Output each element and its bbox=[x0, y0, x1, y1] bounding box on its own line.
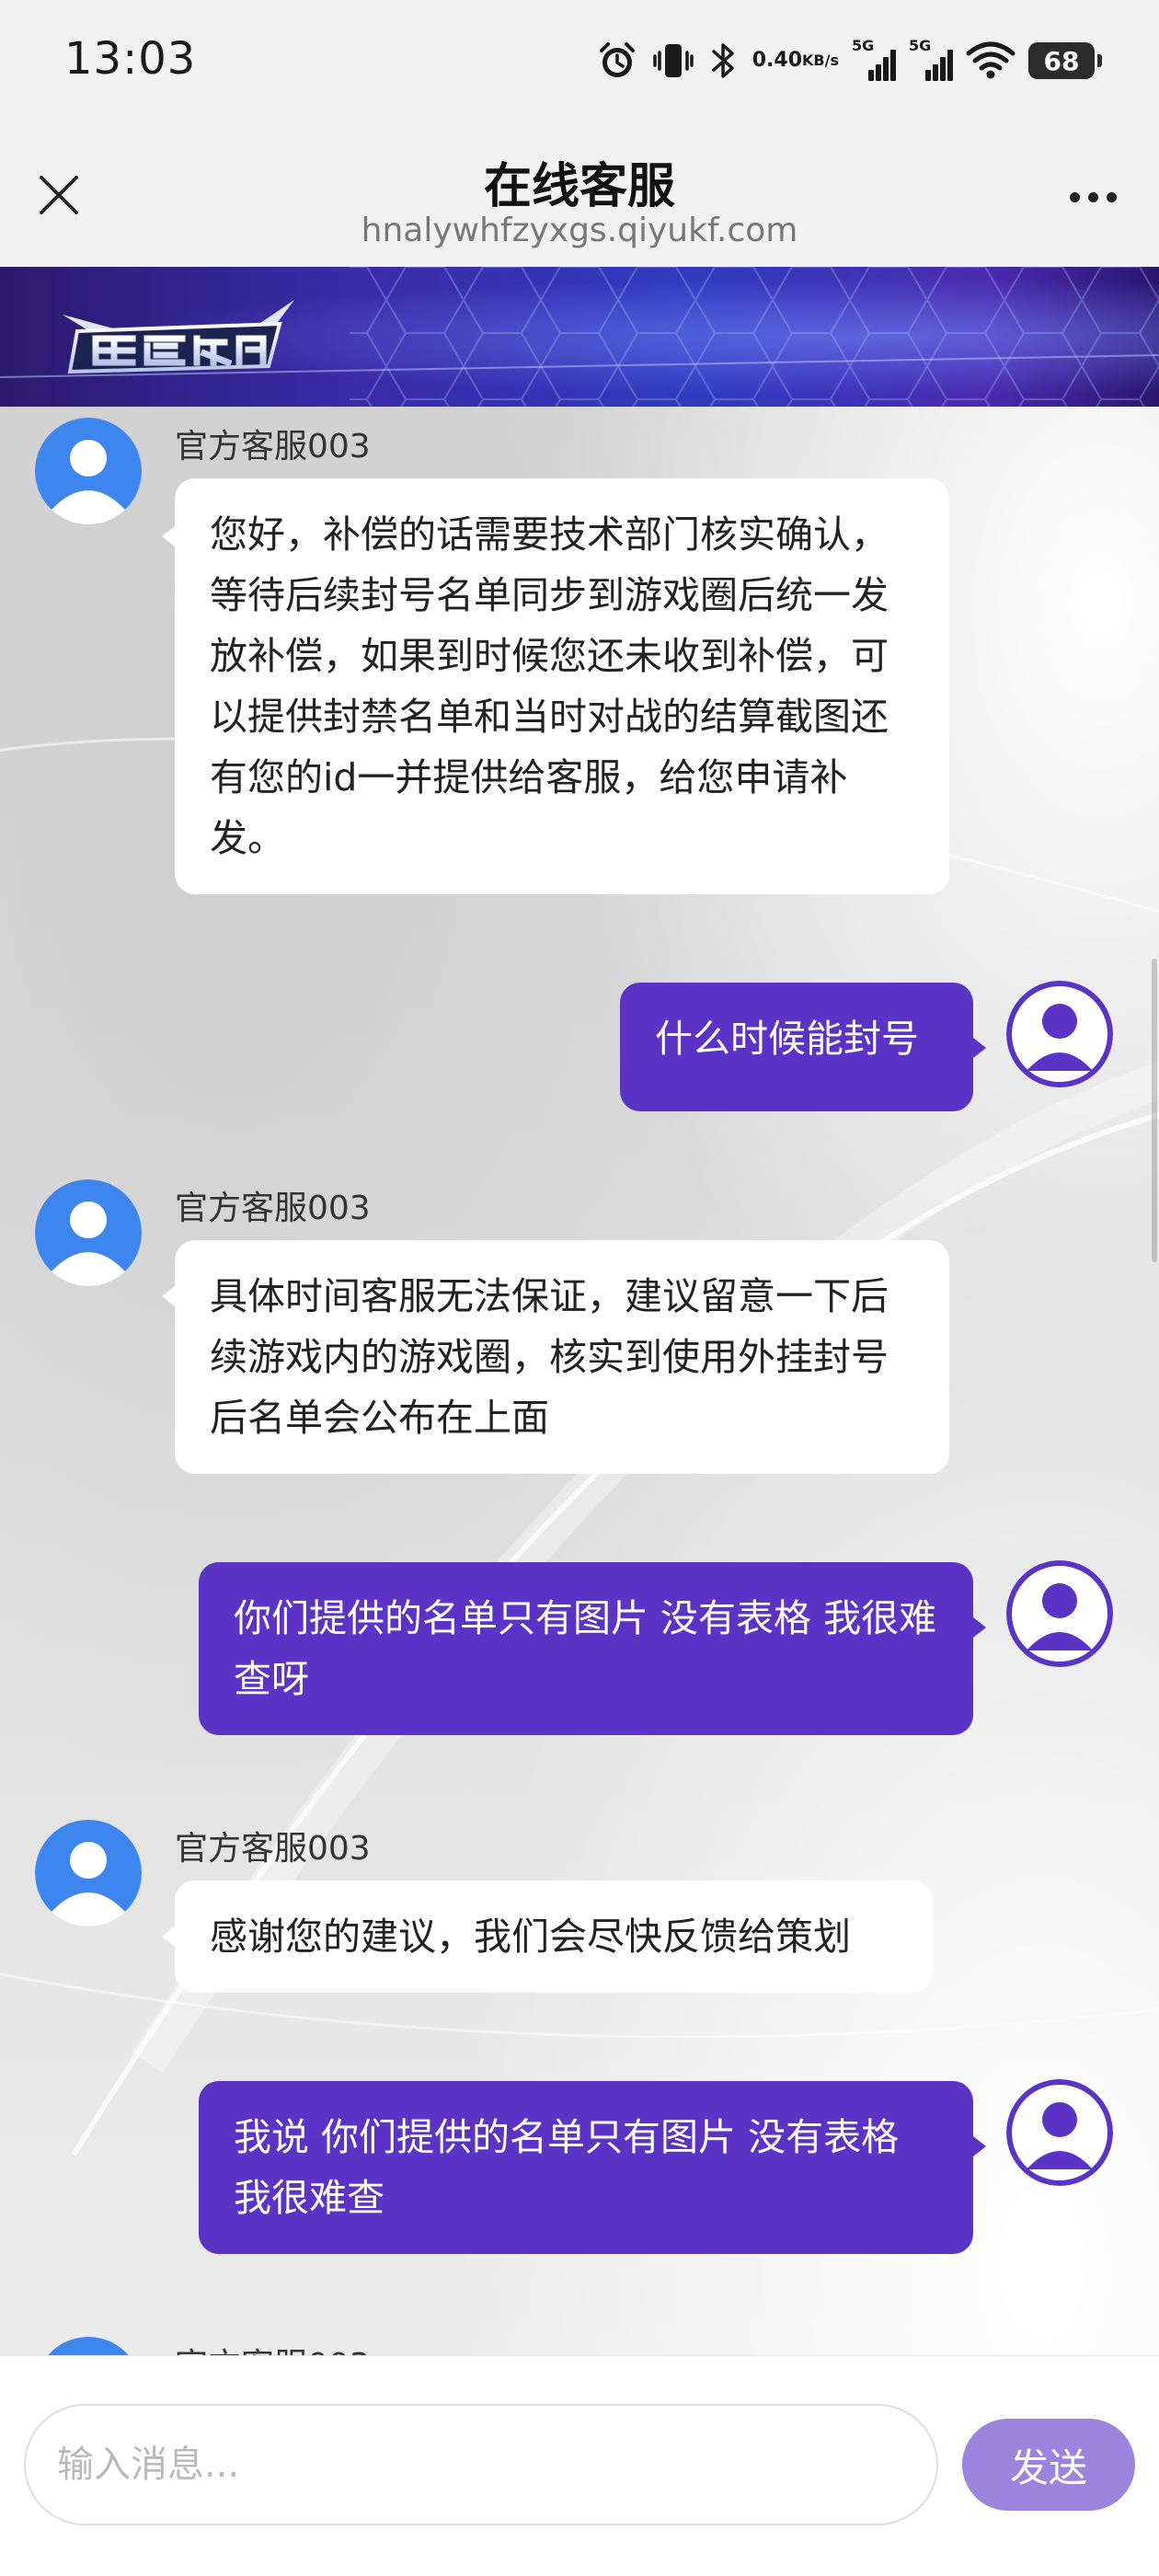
status-time: 13:03 bbox=[64, 33, 197, 85]
user-avatar-icon bbox=[1006, 1560, 1113, 1667]
battery-indicator: 68 bbox=[1028, 42, 1102, 79]
bluetooth-icon bbox=[708, 40, 740, 82]
user-message-bubble: 什么时候能封号 bbox=[620, 983, 973, 1111]
user-avatar-icon bbox=[35, 418, 142, 524]
game-banner bbox=[0, 267, 1159, 407]
bubble-tail bbox=[973, 1038, 986, 1058]
send-button[interactable]: 发送 bbox=[962, 2419, 1135, 2511]
game-logo bbox=[59, 294, 298, 379]
more-dot-icon bbox=[1106, 191, 1117, 202]
agent-message-bubble: 您好，补偿的话需要技术部门核实确认，等待后续封号名单同步到游戏圈后统一发放补偿，… bbox=[175, 478, 949, 894]
network-speed-unit: KB/s bbox=[802, 52, 839, 69]
agent-avatar bbox=[35, 418, 142, 524]
bubble-tail bbox=[973, 2136, 986, 2156]
agent-name: 官方客服003 bbox=[175, 2339, 371, 2355]
user-avatar-icon bbox=[1006, 981, 1113, 1087]
vibrate-icon bbox=[651, 40, 695, 82]
bubble-tail bbox=[162, 1926, 175, 1947]
wifi-icon bbox=[966, 40, 1016, 81]
alarm-icon bbox=[596, 40, 638, 82]
agent-avatar bbox=[35, 1179, 142, 1286]
more-options-button[interactable] bbox=[1060, 169, 1126, 224]
cellular-2-label: 5G bbox=[909, 37, 932, 54]
agent-avatar bbox=[35, 1820, 142, 1926]
more-dot-icon bbox=[1069, 191, 1080, 202]
user-avatar bbox=[1006, 1560, 1113, 1667]
page-title: 在线客服 bbox=[483, 159, 675, 214]
agent-message-bubble: 感谢您的建议，我们会尽快反馈给策划 bbox=[175, 1880, 933, 1993]
chat-scrollbar[interactable] bbox=[1152, 959, 1157, 1262]
status-bar: 13:03 0.40 KB/s 5G 5G 68 bbox=[0, 0, 1159, 129]
message-composer: 发送 bbox=[0, 2355, 1159, 2576]
user-avatar-icon bbox=[35, 1820, 142, 1926]
cellular-signal-1-icon: 5G bbox=[852, 37, 896, 81]
agent-message-bubble: 具体时间客服无法保证，建议留意一下后续游戏内的游戏圈，核实到使用外挂封号后名单会… bbox=[175, 1240, 949, 1474]
agent-name: 官方客服003 bbox=[175, 428, 371, 466]
user-avatar bbox=[1006, 2079, 1113, 2186]
agent-name: 官方客服003 bbox=[175, 1830, 371, 1868]
message-input[interactable] bbox=[24, 2404, 938, 2525]
user-avatar-icon bbox=[35, 1179, 142, 1286]
cellular-signal-2-icon: 5G bbox=[909, 37, 953, 81]
page-url: hnalywhfzyxgs.qiyukf.com bbox=[361, 212, 798, 249]
cellular-1-label: 5G bbox=[852, 37, 875, 54]
network-speed: 0.40 KB/s bbox=[752, 49, 839, 72]
user-message-bubble: 我说 你们提供的名单只有图片 没有表格 我很难查 bbox=[199, 2081, 973, 2254]
agent-name: 官方客服003 bbox=[175, 1190, 371, 1227]
user-avatar-icon bbox=[1006, 2079, 1113, 2186]
chat-message-list[interactable]: 官方客服003 您好，补偿的话需要技术部门核实确认，等待后续封号名单同步到游戏圈… bbox=[0, 407, 1159, 2355]
status-icons: 0.40 KB/s 5G 5G 68 bbox=[596, 35, 1102, 86]
network-speed-value: 0.40 bbox=[752, 49, 803, 72]
bubble-tail bbox=[973, 1617, 986, 1638]
bubble-tail bbox=[162, 1286, 175, 1306]
bubble-tail bbox=[162, 526, 175, 546]
title-bar: 在线客服 hnalywhfzyxgs.qiyukf.com bbox=[0, 129, 1159, 267]
user-message-bubble: 你们提供的名单只有图片 没有表格 我很难查呀 bbox=[199, 1562, 973, 1735]
more-dot-icon bbox=[1087, 191, 1098, 202]
user-avatar bbox=[1006, 981, 1113, 1087]
